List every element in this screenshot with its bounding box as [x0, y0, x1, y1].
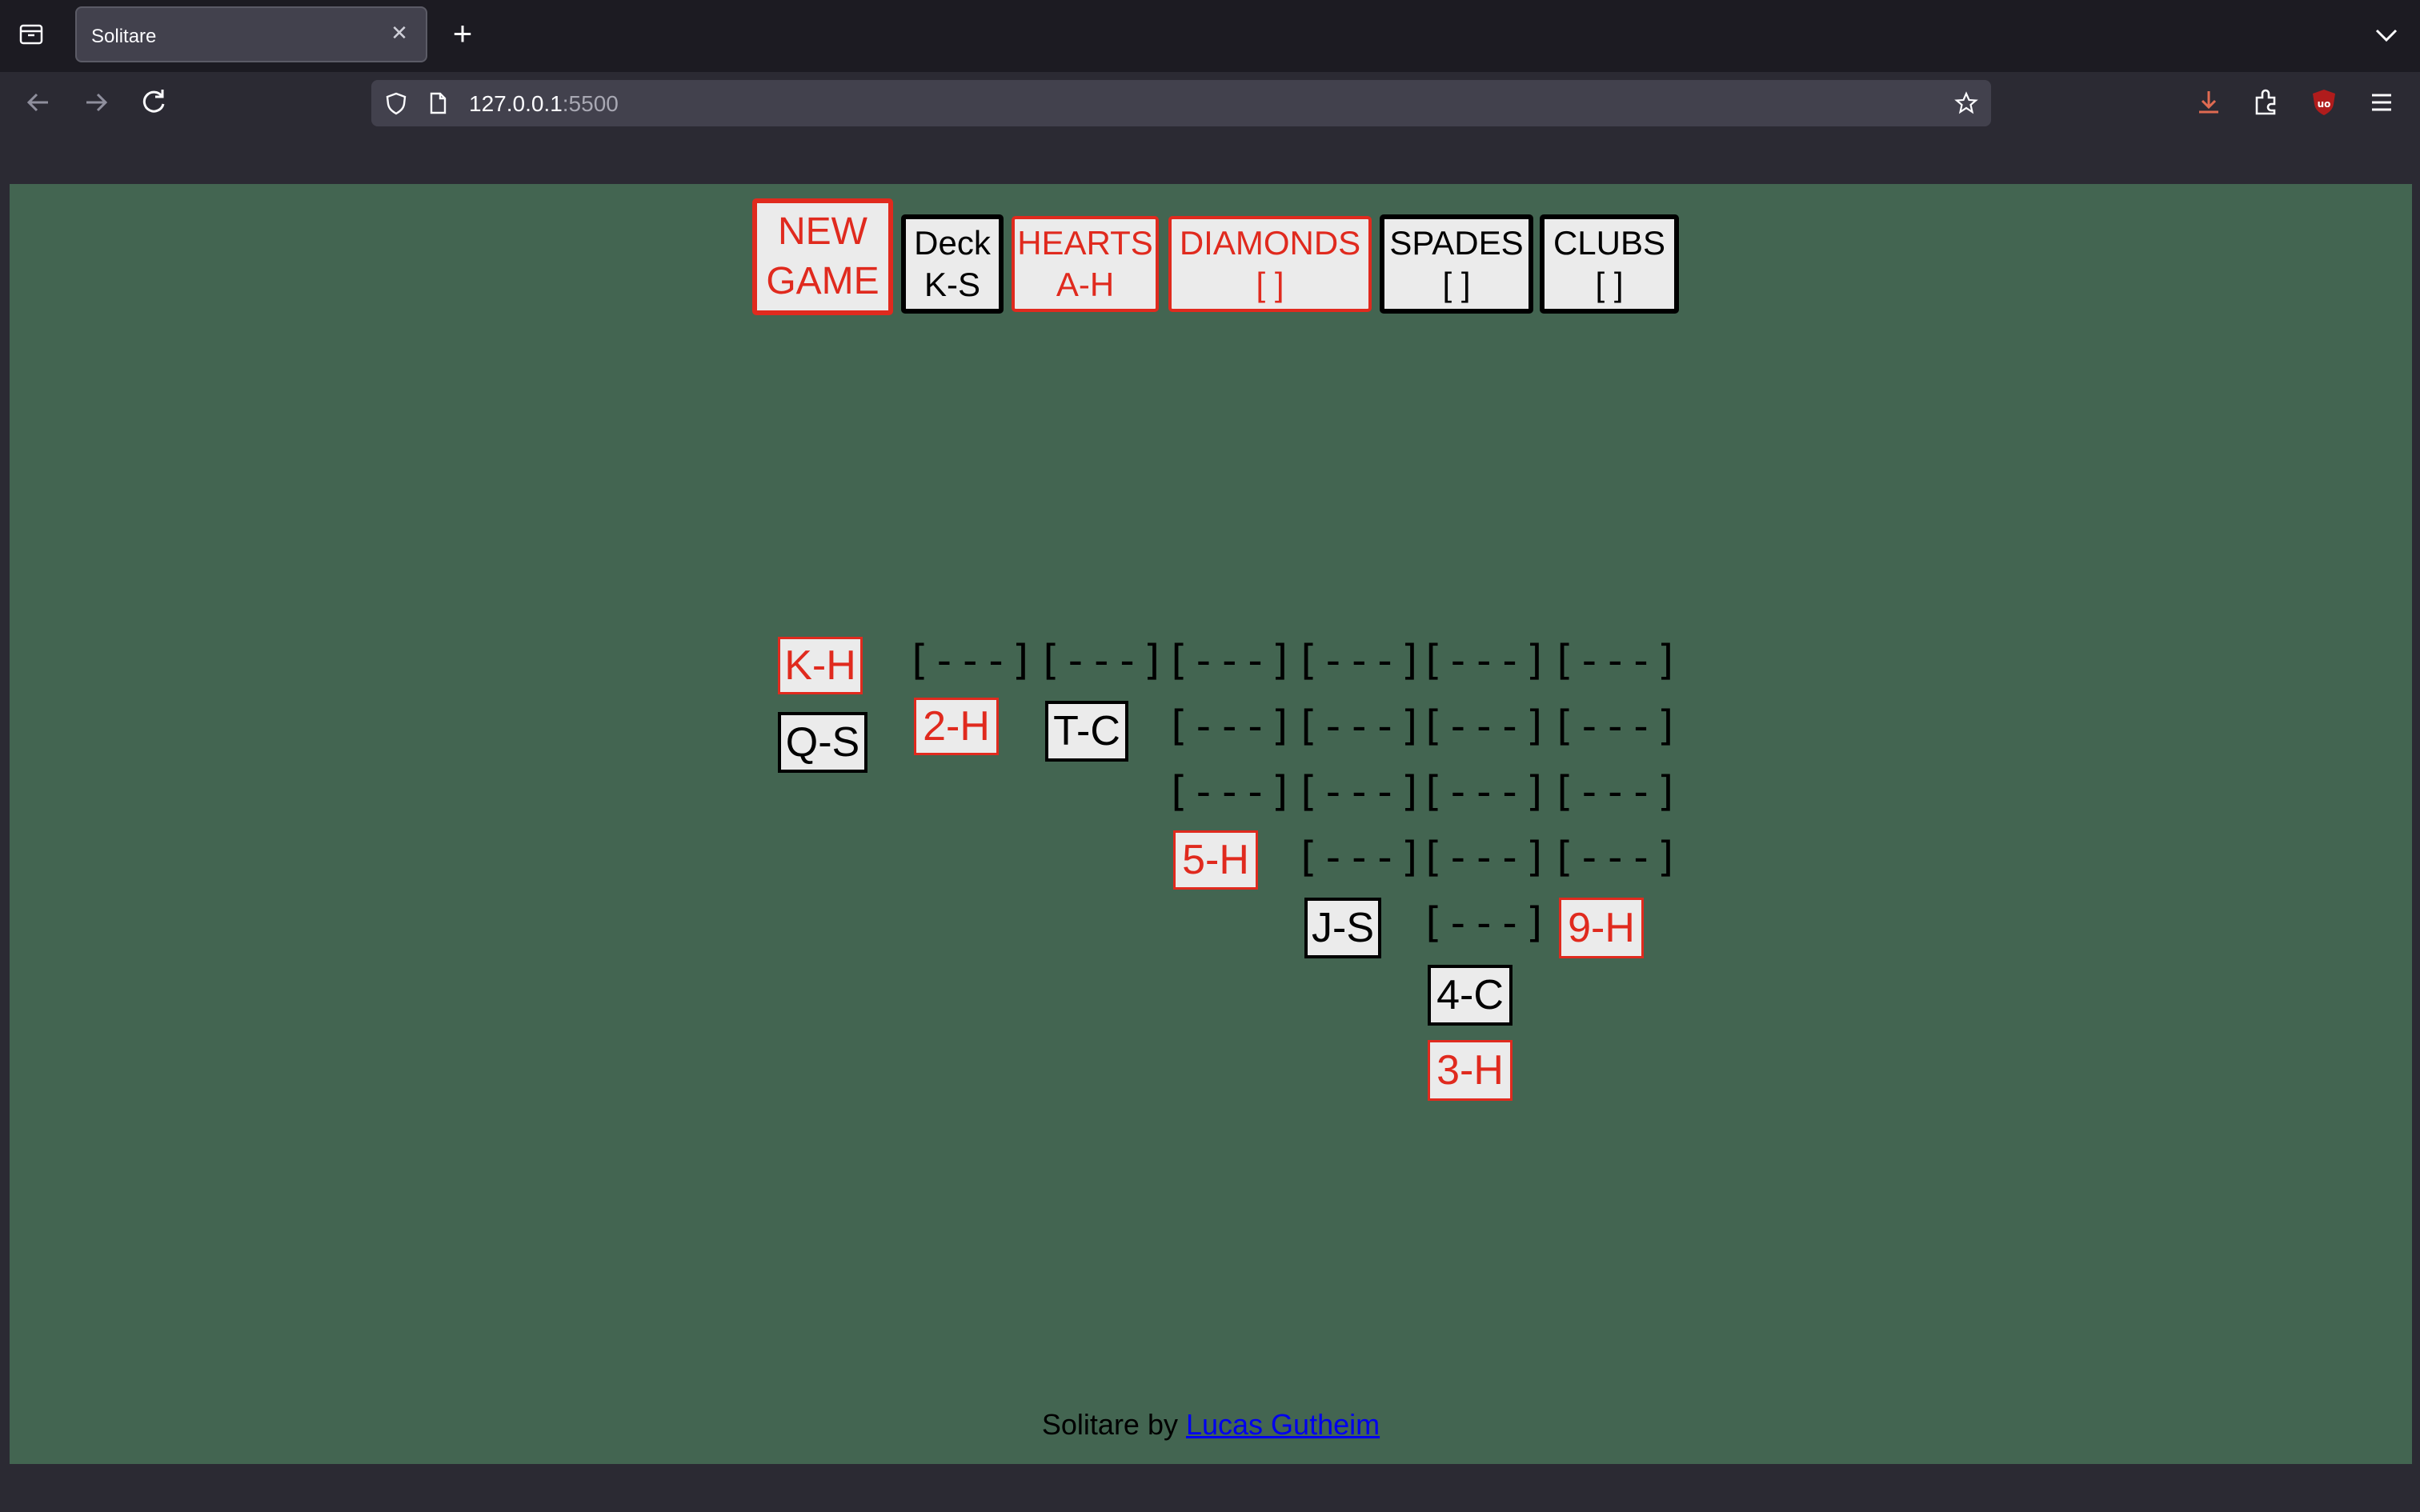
- face-down-card: [---]: [1165, 702, 1295, 750]
- game-board: NEW GAME Deck K-S HEARTS A-H DIAMONDS [ …: [10, 184, 2412, 1464]
- tableau-card[interactable]: J-S: [1304, 898, 1381, 958]
- tab-title: Solitare: [91, 26, 157, 47]
- face-down-card: [---]: [1420, 834, 1549, 882]
- new-tab-icon[interactable]: +: [445, 17, 480, 53]
- tableau-card[interactable]: 3-H: [1428, 1040, 1512, 1101]
- page-bottom-margin: [0, 1464, 2420, 1512]
- deck-pile[interactable]: Deck K-S: [901, 214, 1004, 314]
- foundation-suit-label: CLUBS: [1553, 224, 1666, 262]
- face-down-card: [---]: [1295, 834, 1424, 882]
- foundation-spades[interactable]: SPADES [ ]: [1380, 214, 1533, 314]
- foundation-clubs[interactable]: CLUBS [ ]: [1540, 214, 1679, 314]
- new-game-label-line2: GAME: [766, 260, 879, 302]
- face-down-card: [---]: [1551, 768, 1681, 816]
- reload-icon[interactable]: [136, 85, 171, 120]
- new-game-button[interactable]: NEW GAME: [752, 198, 893, 315]
- browser-tab[interactable]: Solitare ✕: [75, 6, 427, 62]
- foundation-top-card: [ ]: [1442, 266, 1471, 303]
- face-down-card: [---]: [1165, 637, 1295, 685]
- foundation-top-card: [ ]: [1595, 266, 1624, 303]
- author-link[interactable]: Lucas Gutheim: [1186, 1408, 1380, 1441]
- tableau-card[interactable]: Q-S: [778, 712, 867, 773]
- ublock-origin-icon[interactable]: uo: [2306, 85, 2342, 120]
- face-down-card: [---]: [1420, 702, 1549, 750]
- deck-top-card: K-S: [924, 266, 980, 303]
- shield-icon[interactable]: [384, 91, 408, 115]
- downloads-icon[interactable]: [2191, 85, 2226, 120]
- url-port: :5500: [562, 91, 619, 116]
- bookmark-star-icon[interactable]: [1954, 91, 1978, 115]
- forward-arrow-icon[interactable]: [78, 85, 114, 120]
- footer: Solitare by Lucas Gutheim: [10, 1408, 2412, 1442]
- foundation-hearts[interactable]: HEARTS A-H: [1012, 216, 1159, 312]
- tableau-card[interactable]: 4-C: [1428, 965, 1512, 1026]
- page-icon[interactable]: [426, 91, 450, 115]
- tableau-card[interactable]: K-H: [778, 637, 863, 694]
- foundation-suit-label: HEARTS: [1017, 224, 1153, 262]
- url-bar[interactable]: 127.0.0.1:5500: [371, 80, 1991, 126]
- face-down-card: [---]: [1420, 899, 1549, 947]
- deck-label: Deck: [914, 224, 991, 262]
- chevron-down-icon[interactable]: [2370, 19, 2402, 51]
- url-host: 127.0.0.1: [469, 91, 563, 116]
- face-down-card: [---]: [1551, 637, 1681, 685]
- back-arrow-icon[interactable]: [21, 85, 56, 120]
- face-down-card: [---]: [1295, 768, 1424, 816]
- tableau-card[interactable]: 5-H: [1173, 830, 1258, 890]
- footer-prefix: Solitare by: [1041, 1408, 1186, 1441]
- face-down-card: [---]: [1420, 768, 1549, 816]
- face-down-card: [---]: [1295, 637, 1424, 685]
- extensions-icon[interactable]: [2249, 85, 2284, 120]
- tableau-card[interactable]: 9-H: [1559, 898, 1644, 958]
- tab-close-icon[interactable]: ✕: [386, 19, 413, 46]
- foundation-top-card: [ ]: [1256, 266, 1284, 303]
- face-down-card: [---]: [906, 637, 1036, 685]
- tableau-card[interactable]: 2-H: [914, 698, 999, 755]
- foundation-suit-label: DIAMONDS: [1179, 224, 1361, 262]
- foundation-top-card: A-H: [1056, 266, 1115, 303]
- svg-text:uo: uo: [2318, 98, 2331, 110]
- firefox-view-icon[interactable]: [18, 21, 45, 48]
- face-down-card: [---]: [1551, 834, 1681, 882]
- browser-nav-bar: 127.0.0.1:5500 uo: [0, 72, 2420, 134]
- browser-tab-bar: Solitare ✕ +: [0, 0, 2420, 72]
- tableau-card[interactable]: T-C: [1045, 701, 1128, 762]
- foundation-diamonds[interactable]: DIAMONDS [ ]: [1168, 216, 1372, 312]
- face-down-card: [---]: [1420, 637, 1549, 685]
- face-down-card: [---]: [1551, 702, 1681, 750]
- face-down-card: [---]: [1037, 637, 1167, 685]
- url-text[interactable]: 127.0.0.1:5500: [469, 91, 619, 117]
- menu-icon[interactable]: [2364, 85, 2399, 120]
- face-down-card: [---]: [1295, 702, 1424, 750]
- face-down-card: [---]: [1165, 768, 1295, 816]
- new-game-label-line1: NEW: [778, 210, 867, 253]
- foundation-suit-label: SPADES: [1389, 224, 1524, 262]
